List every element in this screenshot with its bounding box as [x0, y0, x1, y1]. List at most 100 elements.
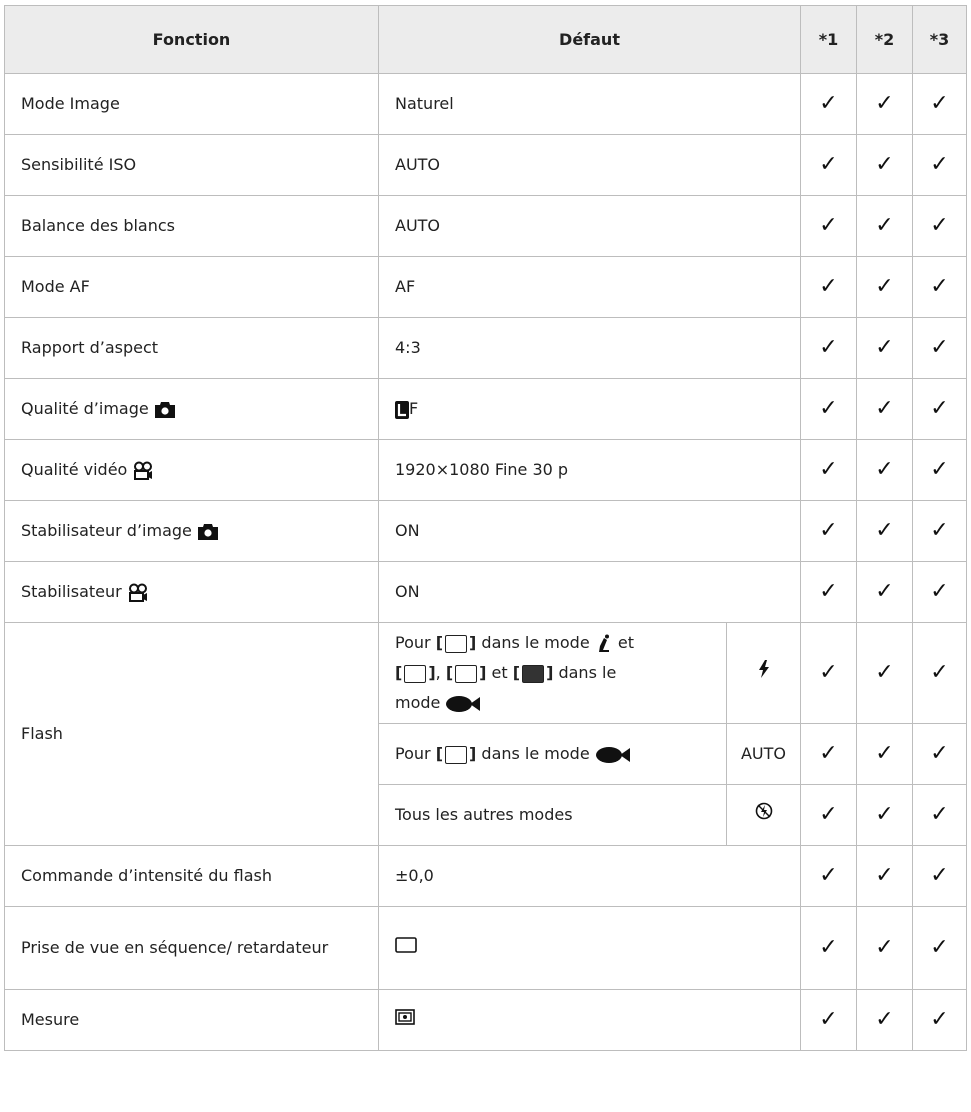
check-icon: ✓ [800, 439, 857, 501]
single-frame-icon [395, 937, 417, 953]
bracket: ] [469, 633, 477, 652]
table-row: Qualité d’image F ✓ ✓ ✓ [4, 378, 967, 440]
check-icon: ✓ [800, 378, 857, 440]
function-cell: Qualité vidéo [4, 439, 379, 501]
check-icon: ✓ [912, 500, 967, 562]
default-cell: F [378, 378, 801, 440]
table-row: Mode Image Naturel ✓ ✓ ✓ [4, 73, 967, 135]
bracket: [ [395, 663, 403, 682]
check-icon: ✓ [800, 784, 857, 846]
check-icon: ✓ [856, 906, 913, 990]
check-icon: ✓ [856, 784, 913, 846]
check-icon: ✓ [912, 845, 967, 907]
check-icon: ✓ [856, 73, 913, 135]
header-function: Fonction [4, 5, 379, 74]
default-cell: ON [378, 561, 801, 623]
table-row: Stabilisateur d’image ON ✓ ✓ ✓ [4, 500, 967, 562]
table-row: Qualité vidéo 1920×1080 Fine 30 p ✓ ✓ ✓ [4, 439, 967, 501]
function-cell: Qualité d’image [4, 378, 379, 440]
fish-icon [595, 746, 630, 763]
check-icon: ✓ [856, 845, 913, 907]
function-cell: Mode Image [4, 73, 379, 135]
function-cell: Stabilisateur d’image [4, 500, 379, 562]
flash-off-icon [755, 802, 772, 820]
check-icon: ✓ [912, 256, 967, 318]
bracket: ] [546, 663, 554, 682]
flash-condition-cell: Tous les autres modes [378, 784, 727, 846]
check-icon: ✓ [912, 989, 967, 1051]
table-row: Balance des blancs AUTO ✓ ✓ ✓ [4, 195, 967, 257]
text: dans le mode [481, 744, 590, 763]
function-label: Qualité d’image [21, 399, 149, 418]
check-icon: ✓ [912, 906, 967, 990]
default-cell: AF [378, 256, 801, 318]
bracket: ] [469, 744, 477, 763]
default-cell: ±0,0 [378, 845, 801, 907]
camera-icon [154, 401, 175, 418]
check-icon: ✓ [800, 256, 857, 318]
function-label: Stabilisateur d’image [21, 521, 192, 540]
text: Pour [395, 744, 431, 763]
check-icon: ✓ [800, 73, 857, 135]
function-label: Stabilisateur [21, 582, 122, 601]
check-icon: ✓ [856, 256, 913, 318]
check-icon: ✓ [800, 723, 857, 785]
function-cell: Mesure [4, 989, 379, 1051]
flash-icon [758, 660, 769, 678]
header-col1: *1 [800, 5, 857, 74]
header-col3: *3 [912, 5, 967, 74]
check-icon: ✓ [856, 622, 913, 724]
flash-value-cell [726, 622, 801, 724]
default-cell: Naturel [378, 73, 801, 135]
table-row: Stabilisateur ON ✓ ✓ ✓ [4, 561, 967, 623]
text: et [491, 663, 508, 682]
check-icon: ✓ [912, 73, 967, 135]
header-default: Défaut [378, 5, 801, 74]
check-icon: ✓ [856, 989, 913, 1051]
header-col2: *2 [856, 5, 913, 74]
check-icon: ✓ [856, 500, 913, 562]
default-cell [378, 906, 801, 990]
check-icon: ✓ [800, 622, 857, 724]
flash-value-cell [726, 784, 801, 846]
bracket: [ [435, 633, 443, 652]
check-icon: ✓ [800, 317, 857, 379]
large-size-icon [395, 400, 409, 419]
flash-value-cell: AUTO [726, 723, 801, 785]
function-cell: Flash [4, 622, 379, 846]
default-cell: ON [378, 500, 801, 562]
flash-condition-cell: Pour [] dans le mode [378, 723, 727, 785]
check-icon: ✓ [856, 378, 913, 440]
check-icon: ✓ [912, 439, 967, 501]
table-row: Sensibilité ISO AUTO ✓ ✓ ✓ [4, 134, 967, 196]
bracket: [ [512, 663, 521, 682]
text: dans le mode [481, 633, 590, 652]
check-icon: ✓ [856, 561, 913, 623]
video-camera-icon [134, 461, 153, 480]
check-icon: ✓ [856, 439, 913, 501]
text: dans le [558, 663, 617, 682]
settings-table: Fonction Défaut *1 *2 *3 Mode Image Natu… [4, 5, 967, 1051]
fish-icon [446, 695, 481, 712]
check-icon: ✓ [800, 195, 857, 257]
check-icon: ✓ [800, 906, 857, 990]
check-icon: ✓ [856, 195, 913, 257]
underwater-wide-icon [455, 664, 478, 683]
check-icon: ✓ [856, 134, 913, 196]
default-cell: AUTO [378, 195, 801, 257]
function-cell: Balance des blancs [4, 195, 379, 257]
default-cell: 4:3 [378, 317, 801, 379]
check-icon: ✓ [800, 500, 857, 562]
bracket: [ [435, 744, 443, 763]
text: Pour [395, 633, 431, 652]
check-icon: ✓ [912, 561, 967, 623]
underwater-hdr-icon [445, 745, 467, 764]
check-icon: ✓ [856, 317, 913, 379]
function-cell: Prise de vue en séquence/ retardateur [4, 906, 379, 990]
function-label: Qualité vidéo [21, 460, 128, 479]
function-cell: Rapport d’aspect [4, 317, 379, 379]
bracket: ] [428, 663, 436, 682]
table-row: Mode AF AF ✓ ✓ ✓ [4, 256, 967, 318]
check-icon: ✓ [912, 317, 967, 379]
text: mode [395, 693, 441, 712]
